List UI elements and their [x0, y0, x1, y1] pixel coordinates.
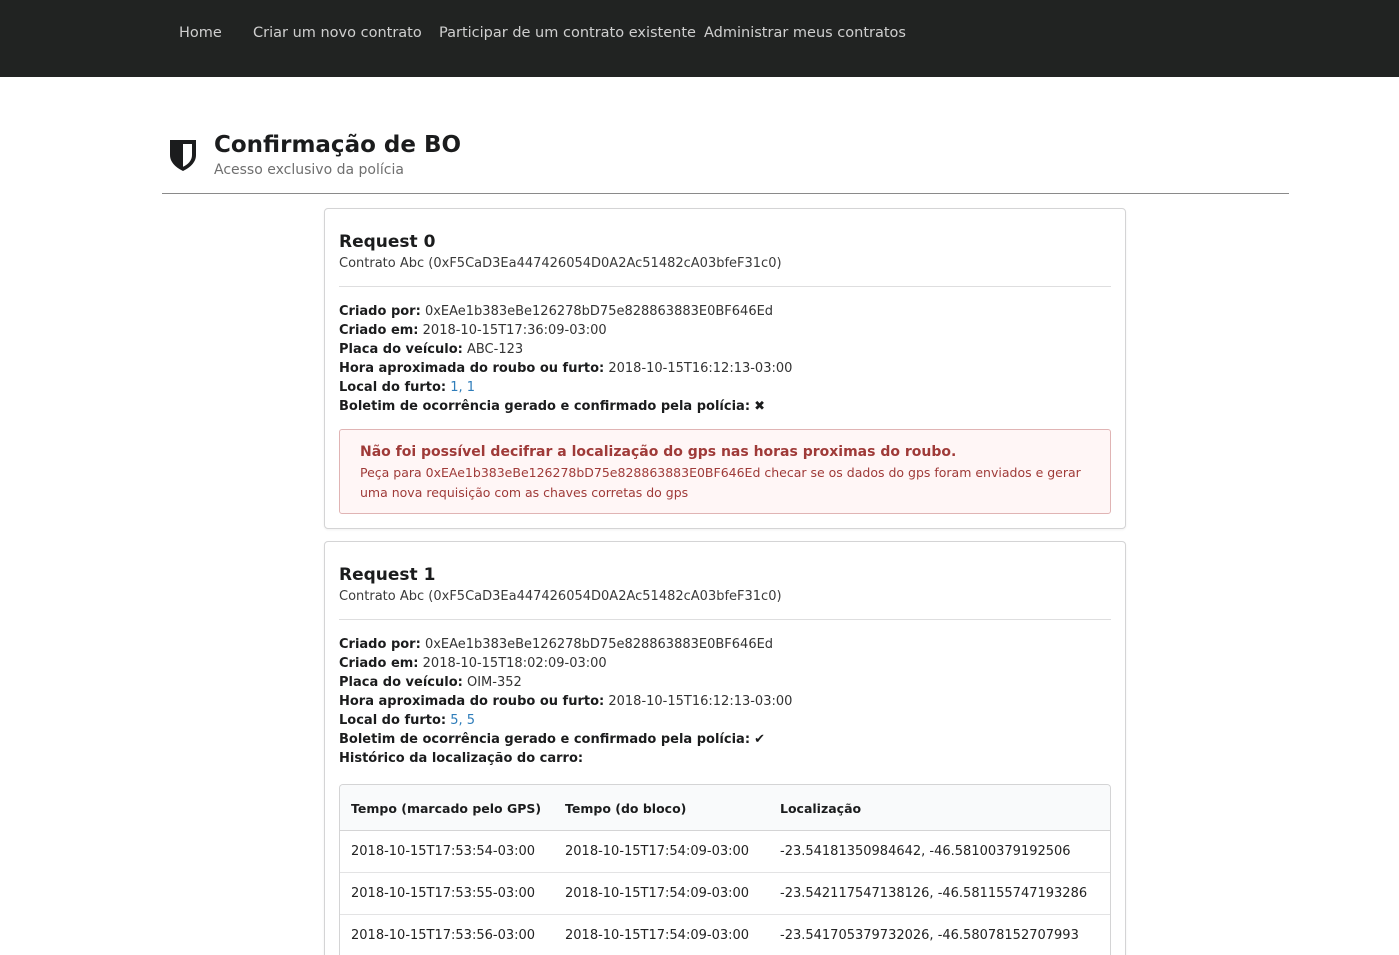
column-header-block-time: Tempo (do bloco): [565, 801, 687, 816]
location-link[interactable]: 1, 1: [450, 380, 475, 395]
nav-item-create-contract[interactable]: Criar um novo contrato: [253, 24, 422, 43]
nav-item-join-contract[interactable]: Participar de um contrato existente: [439, 24, 696, 43]
location-cell-link[interactable]: -23.54181350984642, -46.58100379192506: [780, 843, 1071, 861]
location-cell-link[interactable]: -23.542117547138126, -46.581155747193286: [780, 885, 1087, 903]
location-field: Local do furto: 1, 1: [339, 380, 476, 395]
block-time-cell: 2018-10-15T17:54:09-03:00: [565, 886, 750, 901]
request-title: Request 0: [339, 232, 436, 252]
location-history-table: Tempo (marcado pelo GPS) Tempo (do bloco…: [339, 784, 1111, 955]
request-details: Criado por: 0xEAe1b383eBe126278bD75e8288…: [339, 302, 1111, 416]
request-title: Request 1: [339, 565, 436, 585]
table-row: 2018-10-15T17:53:56-03:00 2018-10-15T17:…: [340, 915, 1110, 955]
top-navbar: Home Criar um novo contrato Participar d…: [0, 0, 1399, 77]
gps-time-cell: 2018-10-15T17:53:56-03:00: [351, 928, 536, 943]
plate-field: Placa do veículo: ABC-123: [339, 342, 524, 357]
created-at-field: Criado em: 2018-10-15T17:36:09-03:00: [339, 323, 607, 338]
gps-time-cell: 2018-10-15T17:53:54-03:00: [351, 844, 536, 859]
block-time-cell: 2018-10-15T17:54:09-03:00: [565, 844, 750, 859]
page-subtitle: Acesso exclusivo da polícia: [214, 162, 404, 178]
card-divider: [339, 619, 1111, 620]
location-cell-link[interactable]: -23.541705379732026, -46.58078152707993: [780, 927, 1079, 945]
location-field: Local do furto: 5, 5: [339, 713, 476, 728]
error-title: Não foi possível decifrar a localização …: [360, 444, 957, 460]
created-at-field: Criado em: 2018-10-15T18:02:09-03:00: [339, 656, 607, 671]
nav-item-home[interactable]: Home: [179, 24, 222, 43]
block-time-cell: 2018-10-15T17:54:09-03:00: [565, 928, 750, 943]
bo-confirmed-field: Boletim de ocorrência gerado e confirmad…: [339, 399, 766, 414]
page-header: Confirmação de BO Acesso exclusivo da po…: [162, 126, 1289, 194]
request-contract: Contrato Abc (0xF5CaD3Ea447426054D0A2Ac5…: [339, 589, 782, 604]
approx-time-field: Hora aproximada do roubo ou furto: 2018-…: [339, 361, 793, 376]
bo-confirmed-field: Boletim de ocorrência gerado e confirmad…: [339, 732, 766, 747]
card-divider: [339, 286, 1111, 287]
history-label: Histórico da localização do carro:: [339, 751, 584, 766]
created-by-field: Criado por: 0xEAe1b383eBe126278bD75e8288…: [339, 304, 774, 319]
nav-item-manage-contracts[interactable]: Administrar meus contratos: [704, 24, 906, 43]
request-card: Request 0 Contrato Abc (0xF5CaD3Ea447426…: [324, 208, 1126, 529]
check-icon: ✔: [754, 732, 766, 747]
approx-time-field: Hora aproximada do roubo ou furto: 2018-…: [339, 694, 793, 709]
page-title: Confirmação de BO: [214, 132, 462, 158]
error-text: Peça para 0xEAe1b383eBe126278bD75e828863…: [360, 465, 1081, 500]
column-header-location: Localização: [780, 801, 862, 816]
shield-icon: [170, 140, 196, 171]
created-by-field: Criado por: 0xEAe1b383eBe126278bD75e8288…: [339, 637, 774, 652]
plate-field: Placa do veículo: OIM-352: [339, 675, 522, 690]
request-card: Request 1 Contrato Abc (0xF5CaD3Ea447426…: [324, 541, 1126, 955]
request-contract: Contrato Abc (0xF5CaD3Ea447426054D0A2Ac5…: [339, 256, 782, 271]
x-icon: ✖: [754, 399, 766, 414]
table-row: 2018-10-15T17:53:54-03:00 2018-10-15T17:…: [340, 831, 1110, 873]
table-row: 2018-10-15T17:53:55-03:00 2018-10-15T17:…: [340, 873, 1110, 915]
table-header: Tempo (marcado pelo GPS) Tempo (do bloco…: [340, 785, 1110, 831]
column-header-gps-time: Tempo (marcado pelo GPS): [351, 801, 542, 816]
gps-time-cell: 2018-10-15T17:53:55-03:00: [351, 886, 536, 901]
error-message: Não foi possível decifrar a localização …: [339, 429, 1111, 514]
request-details: Criado por: 0xEAe1b383eBe126278bD75e8288…: [339, 635, 1111, 768]
location-link[interactable]: 5, 5: [450, 713, 475, 728]
